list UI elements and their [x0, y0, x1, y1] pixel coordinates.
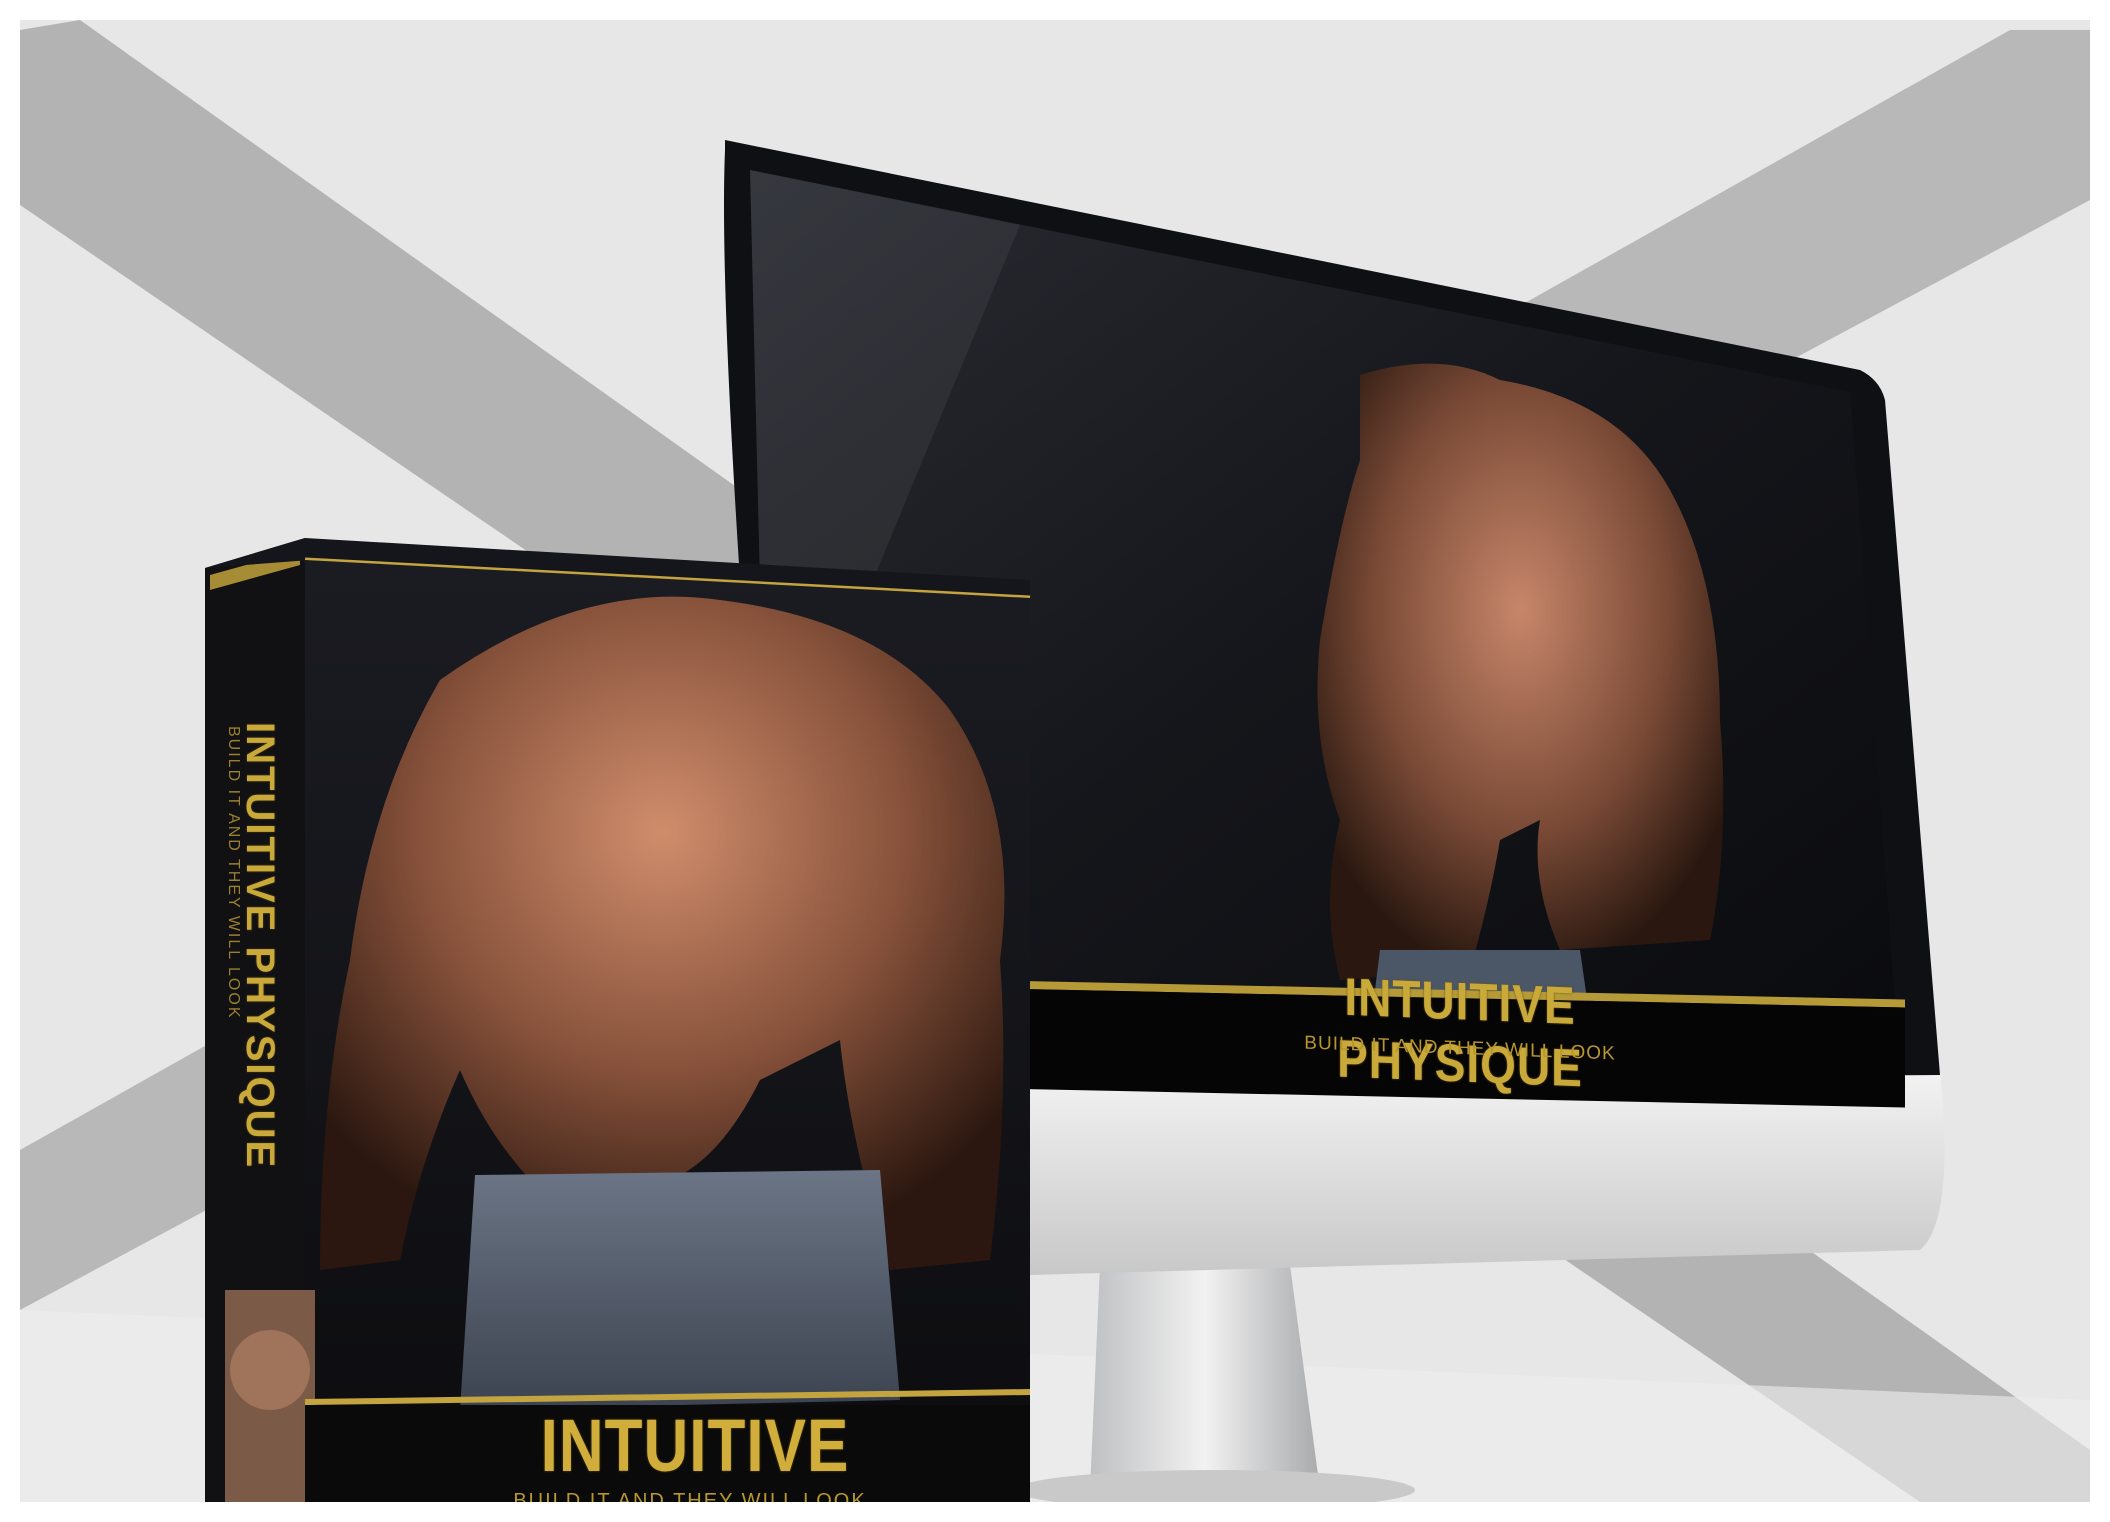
- box-spine-subtitle: BUILD IT AND THEY WILL LOOK: [225, 726, 242, 1020]
- product-mockup-scene: INTUITIVE PHYSIQUE BUILD IT AND THEY WIL…: [20, 20, 2090, 1502]
- box-front-subtitle: BUILD IT AND THEY WILL LOOK: [513, 1490, 867, 1502]
- product-box-icon: [205, 538, 1031, 1502]
- box-spine-title: INTUITIVE PHYSIQUE: [238, 722, 282, 1170]
- box-front-title: INTUITIVE PHYSIQUE: [531, 1405, 858, 1502]
